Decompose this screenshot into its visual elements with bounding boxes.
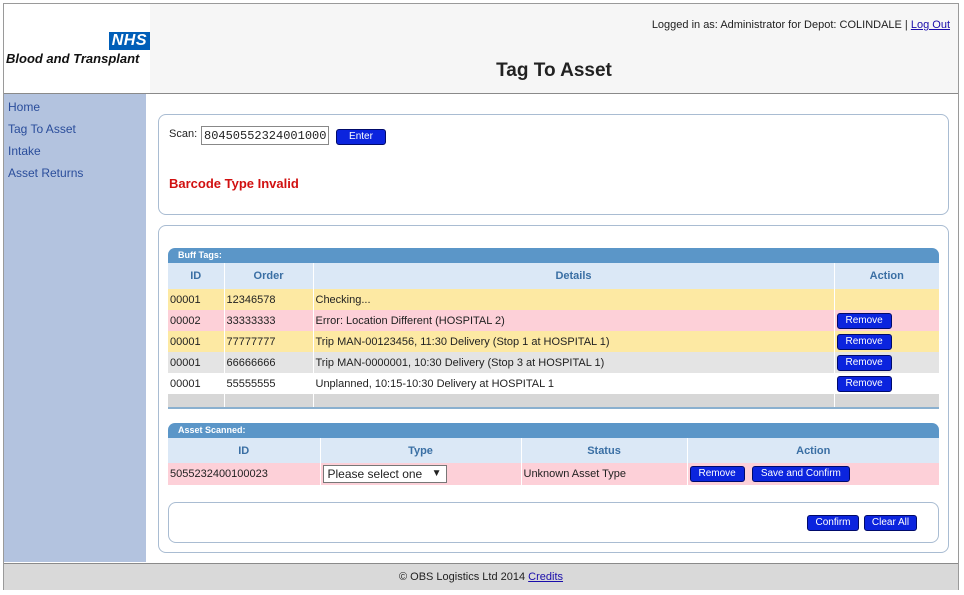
asset-type-select-value: Please select one <box>327 467 423 481</box>
table-row: 00001 12346578 Checking... <box>168 289 939 310</box>
cell-action: Remove <box>834 310 939 331</box>
cell-order: 55555555 <box>224 373 314 394</box>
remove-button[interactable]: Remove <box>836 333 892 350</box>
remove-button[interactable]: Remove <box>689 466 745 482</box>
sidebar-item-home[interactable]: Home <box>4 96 146 118</box>
sidebar: Home Tag To Asset Intake Asset Returns <box>4 94 146 562</box>
table-row: 00001 66666666 Trip MAN-0000001, 10:30 D… <box>168 352 939 373</box>
scan-panel: Scan: Enter Barcode Type Invalid <box>158 114 949 215</box>
cell-action: Remove <box>834 331 939 352</box>
cell-id: 5055232400100023 <box>168 463 321 485</box>
chevron-down-icon: ▼ <box>431 468 442 479</box>
cell-details: Trip MAN-00123456, 11:30 Delivery (Stop … <box>313 331 835 352</box>
confirm-panel: Confirm Clear All <box>168 502 939 543</box>
login-info: Logged in as: Administrator for Depot: C… <box>652 19 950 31</box>
cell-id: 00002 <box>168 310 225 331</box>
cell-id: 00001 <box>168 289 225 310</box>
footer-text: © OBS Logistics Ltd 2014 <box>398 571 526 583</box>
asset-scanned-table: ID Type Status Action 5055232400100023 P… <box>168 438 939 485</box>
column-header-id: ID <box>168 438 321 463</box>
remove-button[interactable]: Remove <box>836 312 892 329</box>
column-header-order: Order <box>224 263 314 289</box>
confirm-button[interactable]: Confirm <box>807 515 859 531</box>
error-message: Barcode Type Invalid <box>169 176 299 191</box>
enter-button[interactable]: Enter <box>336 129 386 145</box>
main-content: Scan: Enter Barcode Type Invalid Buff Ta… <box>147 94 958 562</box>
buff-tags-table: ID Order Details Action 00001 12346578 C… <box>168 263 939 408</box>
cell-order: 33333333 <box>224 310 314 331</box>
cell-order: 12346578 <box>224 289 314 310</box>
sidebar-item-asset-returns[interactable]: Asset Returns <box>4 162 146 184</box>
login-text: Logged in as: Administrator for Depot: C… <box>651 19 908 31</box>
logo-text: Blood and Transplant <box>6 51 140 66</box>
table-row: 00002 33333333 Error: Location Different… <box>168 310 939 331</box>
remove-button[interactable]: Remove <box>836 354 892 371</box>
sidebar-item-intake[interactable]: Intake <box>4 140 146 162</box>
cell-order: 77777777 <box>224 331 314 352</box>
scan-label: Scan: <box>169 128 198 140</box>
buff-tags-header: Buff Tags: <box>168 248 939 263</box>
cell-action <box>834 289 939 310</box>
table-row: 5055232400100023 Please select one ▼ Unkn… <box>168 463 939 485</box>
remove-button[interactable]: Remove <box>836 375 892 392</box>
cell-id: 00001 <box>168 331 225 352</box>
credits-link[interactable]: Credits <box>528 571 563 583</box>
column-header-details: Details <box>313 263 835 289</box>
cell-action: Remove <box>834 352 939 373</box>
footer: © OBS Logistics Ltd 2014 Credits <box>4 563 958 590</box>
column-header-action: Action <box>834 263 939 289</box>
page-title: Tag To Asset <box>496 60 612 81</box>
cell-action: Remove Save and Confirm <box>687 463 939 485</box>
buff-tags-header-row: ID Order Details Action <box>168 263 939 289</box>
cell-details: Unplanned, 10:15-10:30 Delivery at HOSPI… <box>313 373 835 394</box>
logout-link[interactable]: Log Out <box>911 19 950 31</box>
asset-type-select[interactable]: Please select one ▼ <box>322 465 447 483</box>
cell-order: 66666666 <box>224 352 314 373</box>
header: NHS Blood and Transplant Logged in as: A… <box>4 4 958 94</box>
cell-status: Unknown Asset Type <box>521 463 688 485</box>
column-header-status: Status <box>521 438 688 463</box>
scan-input[interactable] <box>201 126 329 145</box>
table-row: 00001 55555555 Unplanned, 10:15-10:30 De… <box>168 373 939 394</box>
nhs-logo-badge: NHS <box>108 32 150 50</box>
column-header-type: Type <box>320 438 522 463</box>
cell-details: Trip MAN-0000001, 10:30 Delivery (Stop 3… <box>313 352 835 373</box>
asset-scanned-header: Asset Scanned: <box>168 423 939 438</box>
column-header-action: Action <box>687 438 939 463</box>
table-row-empty <box>168 394 939 408</box>
save-and-confirm-button[interactable]: Save and Confirm <box>751 466 850 482</box>
lists-panel: Buff Tags: ID Order Details Action 00001… <box>158 225 949 553</box>
table-row: 00001 77777777 Trip MAN-00123456, 11:30 … <box>168 331 939 352</box>
cell-details: Error: Location Different (HOSPITAL 2) <box>313 310 835 331</box>
cell-action: Remove <box>834 373 939 394</box>
logo: NHS Blood and Transplant <box>4 4 150 93</box>
cell-id: 00001 <box>168 373 225 394</box>
sidebar-item-tag-to-asset[interactable]: Tag To Asset <box>4 118 146 140</box>
table-divider <box>168 407 939 409</box>
clear-all-button[interactable]: Clear All <box>864 515 917 531</box>
cell-id: 00001 <box>168 352 225 373</box>
cell-type: Please select one ▼ <box>320 463 522 485</box>
asset-scanned-header-row: ID Type Status Action <box>168 438 939 463</box>
column-header-id: ID <box>168 263 225 289</box>
cell-details: Checking... <box>313 289 835 310</box>
